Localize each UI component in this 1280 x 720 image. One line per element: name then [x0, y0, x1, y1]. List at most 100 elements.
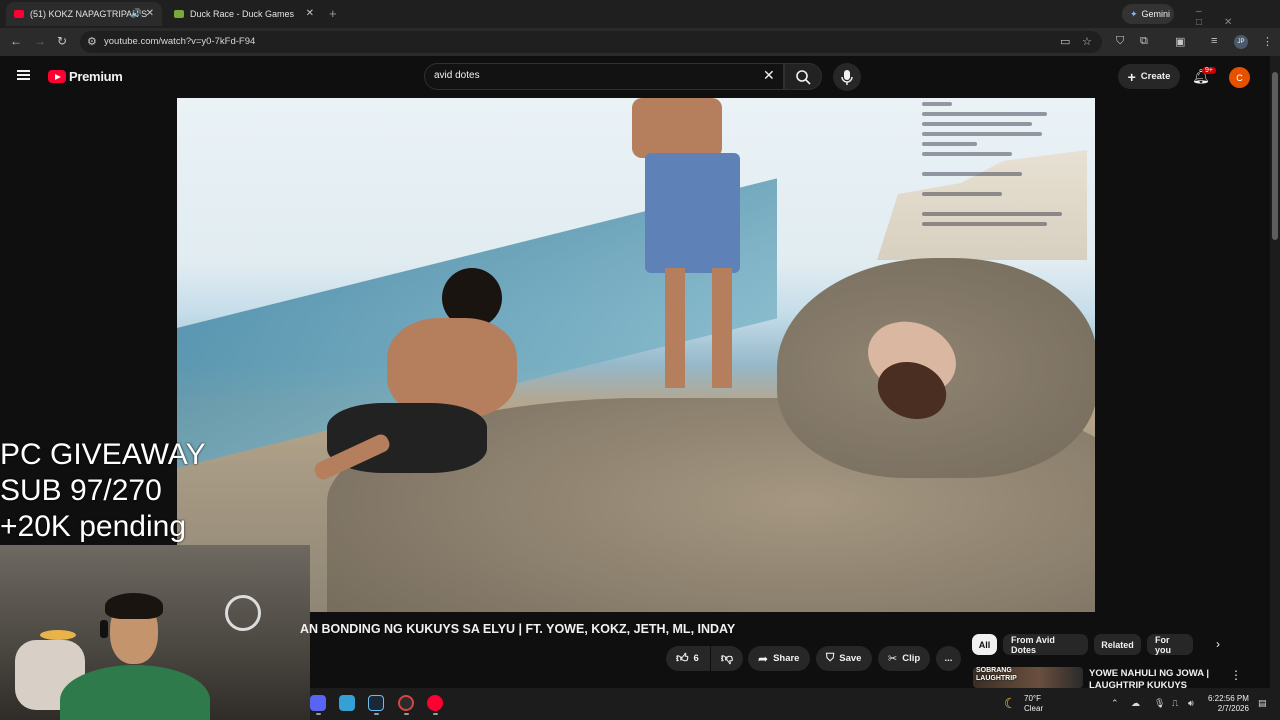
- webcam-fan: [225, 595, 261, 631]
- video-title: AN BONDING NG KUKUYS SA ELYU | FT. YOWE,…: [300, 622, 736, 636]
- share-label: Share: [773, 653, 800, 664]
- weather-widget[interactable]: 70°F Clear: [1024, 694, 1043, 714]
- site-info-icon[interactable]: ⚙: [87, 35, 97, 48]
- gemini-button[interactable]: ✦ Gemini: [1122, 4, 1174, 24]
- forward-icon[interactable]: →: [34, 34, 46, 48]
- close-tab-icon[interactable]: ✕: [146, 8, 154, 19]
- webcam-overlay: [0, 545, 310, 720]
- clip-button[interactable]: ✂ Clip: [878, 646, 930, 671]
- tab-title: Duck Race - Duck Games: [190, 9, 295, 19]
- network-icon[interactable]: ⎍: [1172, 698, 1178, 709]
- duck-favicon-icon: [174, 10, 184, 18]
- cast-icon[interactable]: ▭: [1060, 35, 1070, 48]
- share-icon: ➦: [758, 651, 769, 666]
- search-icon: [796, 70, 811, 85]
- chip-for-you[interactable]: For you: [1147, 634, 1193, 655]
- onedrive-icon[interactable]: ☁: [1131, 698, 1140, 709]
- youtube-premium-logo[interactable]: Premium: [69, 69, 123, 84]
- running-indicator: [316, 713, 321, 715]
- thumbnail-text-line: LAUGHTRIP: [976, 675, 1017, 682]
- back-icon[interactable]: ←: [10, 34, 22, 48]
- speaker-icon[interactable]: 🔊: [131, 8, 142, 19]
- video-buildings: [877, 150, 1087, 260]
- tab-youtube[interactable]: (51) KOKZ NAPAGTRIPAN S 🔊 ✕: [6, 2, 162, 26]
- search-query-text[interactable]: avid dotes: [434, 70, 480, 81]
- webcam-lamp: [40, 630, 76, 640]
- pending-line: +20K pending: [0, 510, 187, 543]
- new-tab-icon[interactable]: +: [329, 6, 337, 21]
- steam-icon[interactable]: [368, 695, 384, 711]
- gemini-icon: ✦: [1130, 8, 1138, 19]
- giveaway-line: PC GIVEAWAY: [0, 438, 206, 471]
- url-text[interactable]: youtube.com/watch?v=y0-7kFd-F94: [104, 36, 255, 47]
- recommendation-menu-icon[interactable]: ⋮: [1230, 668, 1242, 682]
- stream-chat-line: [922, 152, 1012, 156]
- scrollbar-thumb[interactable]: [1272, 72, 1278, 240]
- stream-chat-line: [922, 172, 1022, 176]
- stream-chat-line: [922, 102, 952, 106]
- close-tab-icon[interactable]: ✕: [306, 8, 314, 19]
- share-button[interactable]: ➦ Share: [748, 646, 810, 671]
- volume-icon[interactable]: 🔊︎: [1188, 698, 1194, 709]
- plus-icon: +: [1127, 68, 1136, 85]
- clip-label: Clip: [902, 653, 921, 664]
- thumbnail-text: SOBRANG LAUGHTRIP: [976, 667, 1017, 683]
- tab-search-icon[interactable]: ▣: [1175, 35, 1185, 48]
- obs-icon[interactable]: [398, 695, 414, 711]
- menu-icon[interactable]: [17, 70, 30, 80]
- webcam-hair: [105, 593, 163, 619]
- tab-duck-race[interactable]: Duck Race - Duck Games ✕: [166, 2, 322, 26]
- bookmark-star-icon[interactable]: ☆: [1082, 35, 1092, 48]
- clock-date: 2/7/2026: [1217, 704, 1249, 713]
- create-label: Create: [1140, 71, 1171, 82]
- bookmark-icon: ⛉: [826, 652, 835, 664]
- notification-center-icon[interactable]: ▤: [1258, 698, 1267, 709]
- recommendation-title[interactable]: YOWE NAHULI NG JOWA | LAUGHTRIP KUKUYS: [1089, 668, 1209, 688]
- profile-avatar[interactable]: JP: [1234, 35, 1248, 49]
- giveaway-overlay: PC GIVEAWAY SUB 97/270 +20K pending: [0, 437, 206, 545]
- extensions-icon[interactable]: ⧉: [1140, 35, 1148, 48]
- stream-chat-line: [922, 222, 1047, 226]
- thumbnail-text-line: SOBRANG: [976, 667, 1012, 674]
- stream-chat-line: [922, 192, 1002, 196]
- running-indicator: [404, 713, 409, 715]
- browser-menu-icon[interactable]: ⋮: [1262, 35, 1273, 48]
- video-standing-torso: [632, 98, 722, 158]
- account-avatar[interactable]: C: [1229, 67, 1250, 88]
- chip-from-avid-dotes[interactable]: From Avid Dotes: [1003, 634, 1088, 655]
- clear-search-icon[interactable]: ✕: [763, 67, 775, 84]
- chip-all[interactable]: All: [972, 634, 997, 655]
- mic-icon: [841, 70, 853, 85]
- reading-list-icon[interactable]: ≡: [1211, 35, 1217, 47]
- more-icon: ...: [944, 653, 953, 664]
- microphone-icon[interactable]: 🎙︎: [1154, 698, 1165, 709]
- chip-related[interactable]: Related: [1094, 634, 1141, 655]
- youtube-logo-icon[interactable]: [48, 70, 66, 83]
- chevron-right-icon[interactable]: ›: [1216, 637, 1220, 651]
- search-button[interactable]: [784, 63, 822, 90]
- video-player[interactable]: [177, 98, 1095, 612]
- discord-icon[interactable]: [310, 695, 326, 711]
- tray-overflow-icon[interactable]: ⌃: [1111, 698, 1119, 709]
- running-indicator: [433, 713, 438, 715]
- sub-count-line: SUB 97/270: [0, 474, 162, 507]
- save-button[interactable]: ⛉ Save: [816, 646, 872, 671]
- like-button[interactable]: 👍︎ 6: [666, 646, 710, 671]
- dislike-button[interactable]: 👎︎: [711, 646, 743, 671]
- running-indicator: [374, 713, 379, 715]
- stream-chat-line: [922, 122, 1032, 126]
- create-button[interactable]: + Create: [1118, 64, 1180, 89]
- window-controls[interactable]: –□✕: [1196, 6, 1280, 28]
- youtube-app-icon[interactable]: [427, 695, 443, 711]
- thumbs-down-icon: 👎︎: [720, 651, 734, 665]
- more-actions-button[interactable]: ...: [936, 646, 961, 671]
- taskbar-clock[interactable]: 6:22:56 PM 2/7/2026: [1208, 694, 1249, 714]
- headphones-icon: [100, 620, 108, 638]
- reload-icon[interactable]: ↻: [57, 34, 67, 48]
- notepad-icon[interactable]: [339, 695, 355, 711]
- weather-moon-icon[interactable]: ☾: [1004, 695, 1017, 712]
- shield-icon[interactable]: ⛉: [1116, 35, 1124, 48]
- clock-time: 6:22:56 PM: [1208, 694, 1249, 703]
- voice-search-button[interactable]: [833, 63, 861, 91]
- like-count: 6: [693, 653, 699, 664]
